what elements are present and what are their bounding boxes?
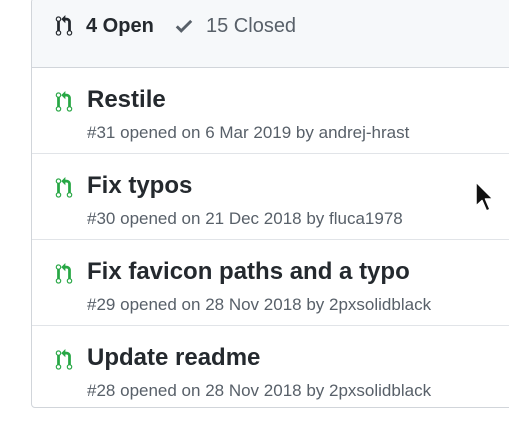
pr-title-link[interactable]: Fix favicon paths and a typo: [87, 258, 410, 286]
git-pull-request-icon: [54, 177, 74, 199]
git-pull-request-icon: [54, 91, 74, 113]
git-pull-request-icon: [54, 349, 74, 371]
pr-title-link[interactable]: Restile: [87, 86, 166, 114]
closed-count-label: 15 Closed: [206, 15, 297, 37]
list-item: Restile #31 opened on 6 Mar 2019 by andr…: [32, 68, 509, 154]
list-header: 4 Open 15 Closed: [32, 0, 509, 68]
closed-filter-link[interactable]: 15 Closed: [174, 14, 296, 38]
pr-number: #30: [87, 209, 116, 228]
git-pull-request-icon: [54, 263, 74, 285]
pr-opened-text: opened on 28 Nov 2018 by: [120, 381, 325, 400]
pr-number: #28: [87, 381, 116, 400]
pr-author-link[interactable]: andrej-hrast: [319, 123, 410, 142]
pr-number: #31: [87, 123, 116, 142]
open-filter-link[interactable]: 4 Open: [54, 14, 154, 38]
pr-meta: #28 opened on 28 Nov 2018 by 2pxsolidbla…: [87, 381, 431, 401]
pr-title-link[interactable]: Fix typos: [87, 172, 192, 200]
pr-meta: #29 opened on 28 Nov 2018 by 2pxsolidbla…: [87, 295, 431, 315]
pr-author-link[interactable]: fluca1978: [329, 209, 403, 228]
pr-opened-text: opened on 6 Mar 2019 by: [120, 123, 314, 142]
pr-opened-text: opened on 21 Dec 2018 by: [120, 209, 325, 228]
check-icon: [174, 15, 194, 37]
open-count-label: 4 Open: [86, 15, 154, 37]
pr-number: #29: [87, 295, 116, 314]
pr-meta: #30 opened on 21 Dec 2018 by fluca1978: [87, 209, 403, 229]
list-item: Fix favicon paths and a typo #29 opened …: [32, 240, 509, 326]
pr-author-link[interactable]: 2pxsolidblack: [329, 295, 431, 314]
pr-title-link[interactable]: Update readme: [87, 344, 260, 372]
pr-meta: #31 opened on 6 Mar 2019 by andrej-hrast: [87, 123, 409, 143]
list-item: Update readme #28 opened on 28 Nov 2018 …: [32, 326, 509, 407]
pull-request-list: 4 Open 15 Closed Restile #31 opened on 6…: [31, 0, 509, 408]
pr-author-link[interactable]: 2pxsolidblack: [329, 381, 431, 400]
pr-opened-text: opened on 28 Nov 2018 by: [120, 295, 325, 314]
list-item: Fix typos #30 opened on 21 Dec 2018 by f…: [32, 154, 509, 240]
git-pull-request-icon: [54, 15, 74, 37]
